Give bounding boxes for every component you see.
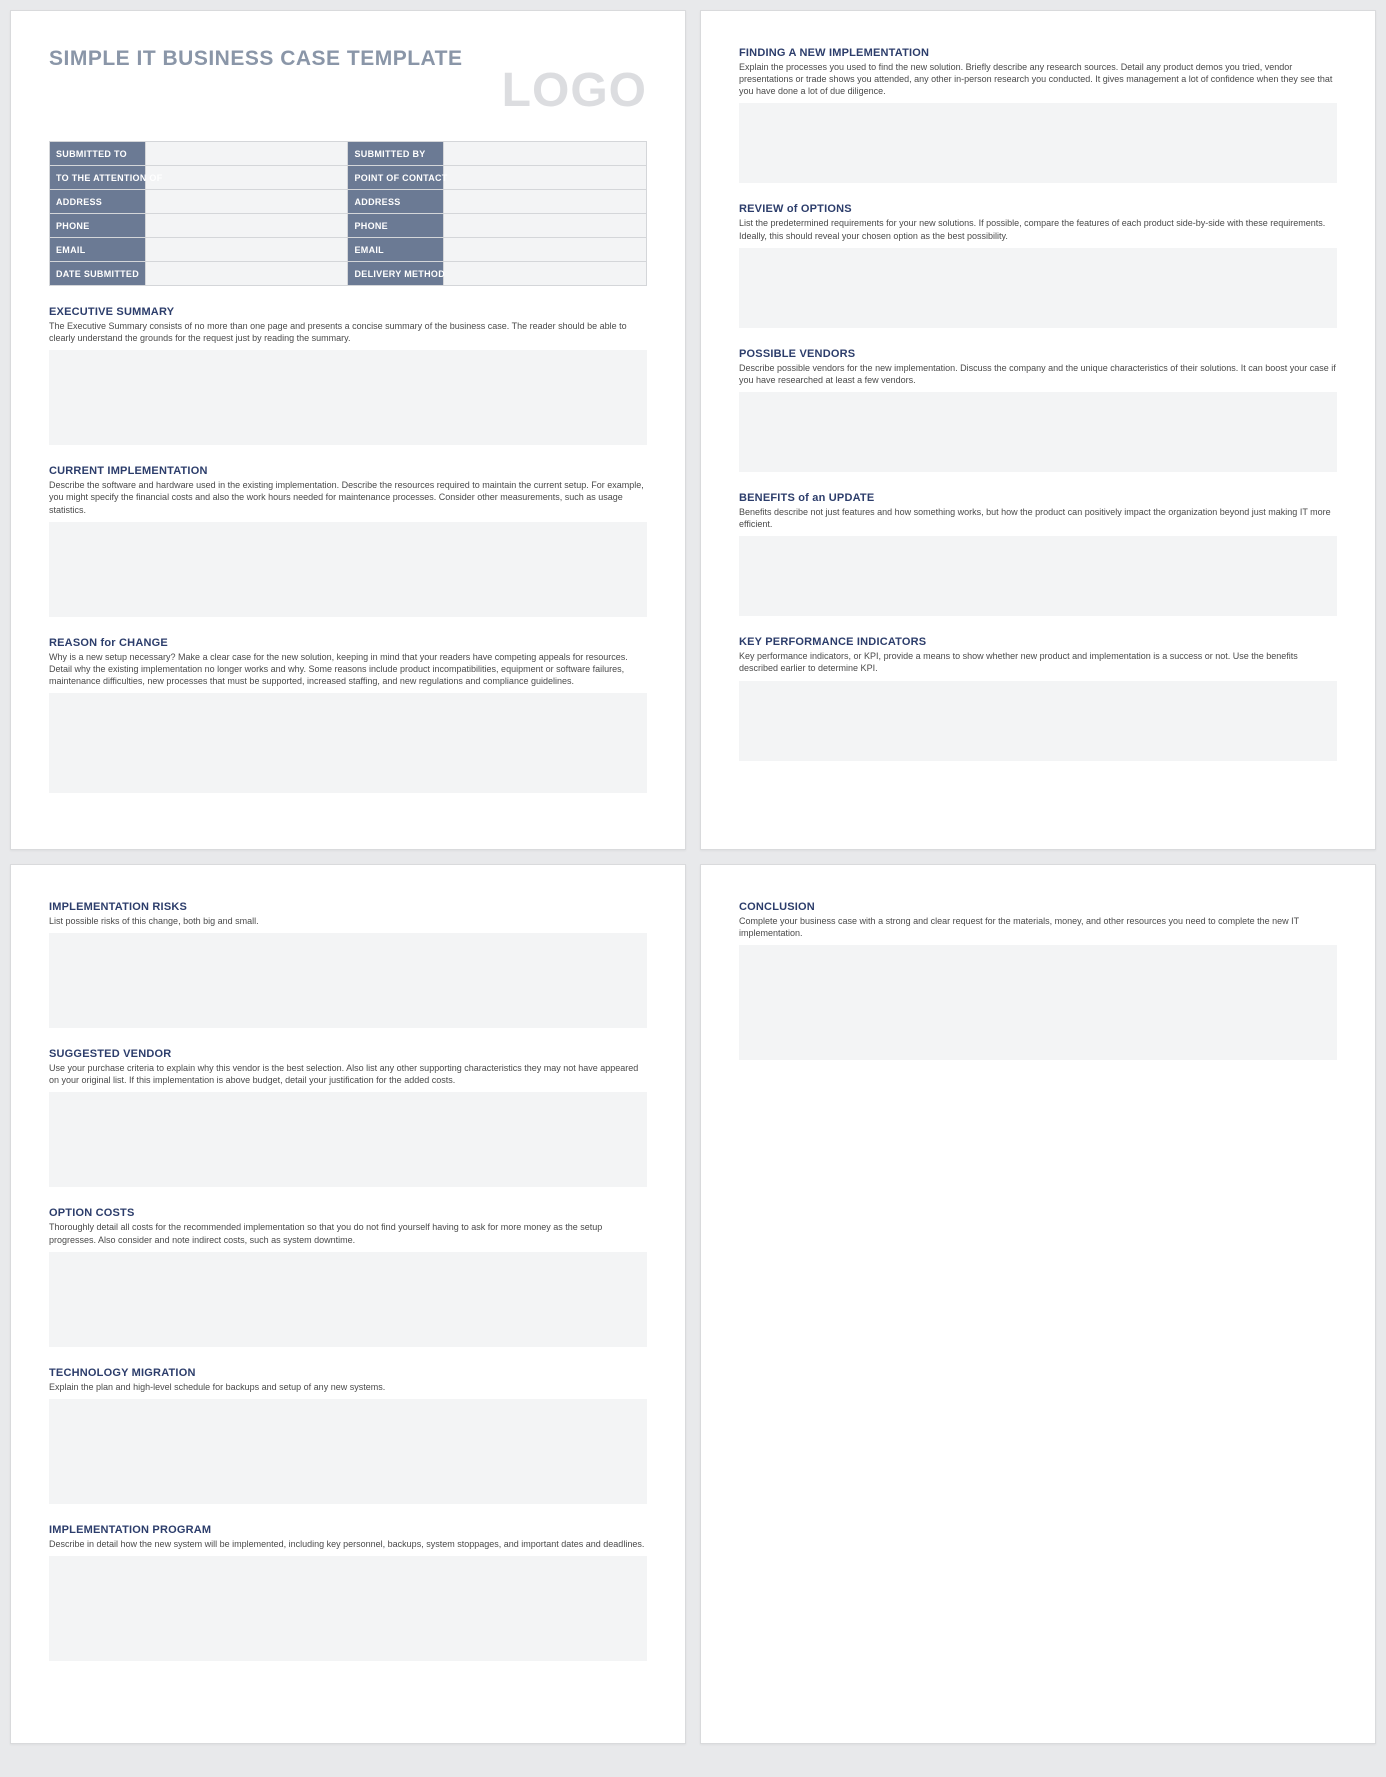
section-benefits-update: BENEFITS of an UPDATE Benefits describe … <box>739 492 1337 616</box>
section-title: CURRENT IMPLEMENTATION <box>49 465 647 477</box>
fill-area[interactable] <box>49 1556 647 1661</box>
section-title: IMPLEMENTATION RISKS <box>49 901 647 913</box>
section-possible-vendors: POSSIBLE VENDORS Describe possible vendo… <box>739 348 1337 472</box>
section-conclusion: CONCLUSION Complete your business case w… <box>739 901 1337 1060</box>
section-title: EXECUTIVE SUMMARY <box>49 306 647 318</box>
section-desc: The Executive Summary consists of no mor… <box>49 320 647 344</box>
fill-area[interactable] <box>739 536 1337 616</box>
section-title: SUGGESTED VENDOR <box>49 1048 647 1060</box>
meta-label: PHONE <box>50 214 146 238</box>
section-technology-migration: TECHNOLOGY MIGRATION Explain the plan an… <box>49 1367 647 1504</box>
meta-label: SUBMITTED TO <box>50 142 146 166</box>
section-title: FINDING A NEW IMPLEMENTATION <box>739 47 1337 59</box>
fill-area[interactable] <box>49 693 647 793</box>
section-desc: List the predetermined requirements for … <box>739 217 1337 241</box>
section-desc: Describe in detail how the new system wi… <box>49 1538 647 1550</box>
table-row: EMAIL EMAIL <box>50 238 647 262</box>
section-title: CONCLUSION <box>739 901 1337 913</box>
meta-label: TO THE ATTENTION OF <box>50 166 146 190</box>
fill-area[interactable] <box>49 350 647 445</box>
section-desc: List possible risks of this change, both… <box>49 915 647 927</box>
meta-value[interactable] <box>444 166 647 190</box>
section-current-implementation: CURRENT IMPLEMENTATION Describe the soft… <box>49 465 647 616</box>
fill-area[interactable] <box>739 248 1337 328</box>
meta-value[interactable] <box>444 142 647 166</box>
table-row: DATE SUBMITTED DELIVERY METHOD <box>50 262 647 286</box>
meta-label: DATE SUBMITTED <box>50 262 146 286</box>
fill-area[interactable] <box>739 681 1337 761</box>
page-4: CONCLUSION Complete your business case w… <box>700 864 1376 1744</box>
section-desc: Complete your business case with a stron… <box>739 915 1337 939</box>
section-title: BENEFITS of an UPDATE <box>739 492 1337 504</box>
section-implementation-risks: IMPLEMENTATION RISKS List possible risks… <box>49 901 647 1028</box>
table-row: TO THE ATTENTION OF POINT OF CONTACT <box>50 166 647 190</box>
meta-table: SUBMITTED TO SUBMITTED BY TO THE ATTENTI… <box>49 141 647 286</box>
page-1: SIMPLE IT BUSINESS CASE TEMPLATE LOGO SU… <box>10 10 686 850</box>
fill-area[interactable] <box>49 1092 647 1187</box>
meta-value[interactable] <box>145 214 348 238</box>
logo-placeholder: LOGO <box>502 67 647 115</box>
meta-value[interactable] <box>444 262 647 286</box>
section-implementation-program: IMPLEMENTATION PROGRAM Describe in detai… <box>49 1524 647 1661</box>
section-desc: Describe possible vendors for the new im… <box>739 362 1337 386</box>
section-desc: Thoroughly detail all costs for the reco… <box>49 1221 647 1245</box>
meta-value[interactable] <box>145 262 348 286</box>
meta-label: EMAIL <box>348 238 444 262</box>
section-review-options: REVIEW of OPTIONS List the predetermined… <box>739 203 1337 327</box>
section-title: OPTION COSTS <box>49 1207 647 1219</box>
fill-area[interactable] <box>49 1399 647 1504</box>
pages-grid: SIMPLE IT BUSINESS CASE TEMPLATE LOGO SU… <box>10 10 1376 1744</box>
section-desc: Benefits describe not just features and … <box>739 506 1337 530</box>
fill-area[interactable] <box>739 392 1337 472</box>
fill-area[interactable] <box>49 522 647 617</box>
section-desc: Explain the processes you used to find t… <box>739 61 1337 97</box>
meta-value[interactable] <box>145 142 348 166</box>
section-finding-implementation: FINDING A NEW IMPLEMENTATION Explain the… <box>739 47 1337 183</box>
section-title: POSSIBLE VENDORS <box>739 348 1337 360</box>
table-row: PHONE PHONE <box>50 214 647 238</box>
meta-value[interactable] <box>145 166 348 190</box>
fill-area[interactable] <box>49 1252 647 1347</box>
fill-area[interactable] <box>739 103 1337 183</box>
section-desc: Explain the plan and high-level schedule… <box>49 1381 647 1393</box>
meta-value[interactable] <box>444 190 647 214</box>
section-suggested-vendor: SUGGESTED VENDOR Use your purchase crite… <box>49 1048 647 1187</box>
section-title: REVIEW of OPTIONS <box>739 203 1337 215</box>
section-desc: Why is a new setup necessary? Make a cle… <box>49 651 647 687</box>
section-desc: Key performance indicators, or KPI, prov… <box>739 650 1337 674</box>
section-title: IMPLEMENTATION PROGRAM <box>49 1524 647 1536</box>
meta-value[interactable] <box>444 214 647 238</box>
section-title: KEY PERFORMANCE INDICATORS <box>739 636 1337 648</box>
section-reason-for-change: REASON for CHANGE Why is a new setup nec… <box>49 637 647 793</box>
meta-label: SUBMITTED BY <box>348 142 444 166</box>
page-3: IMPLEMENTATION RISKS List possible risks… <box>10 864 686 1744</box>
meta-label: ADDRESS <box>348 190 444 214</box>
section-title: REASON for CHANGE <box>49 637 647 649</box>
section-kpi: KEY PERFORMANCE INDICATORS Key performan… <box>739 636 1337 760</box>
table-row: ADDRESS ADDRESS <box>50 190 647 214</box>
meta-value[interactable] <box>145 190 348 214</box>
section-desc: Describe the software and hardware used … <box>49 479 647 515</box>
fill-area[interactable] <box>49 933 647 1028</box>
section-executive-summary: EXECUTIVE SUMMARY The Executive Summary … <box>49 306 647 445</box>
section-option-costs: OPTION COSTS Thoroughly detail all costs… <box>49 1207 647 1346</box>
meta-label: PHONE <box>348 214 444 238</box>
section-desc: Use your purchase criteria to explain wh… <box>49 1062 647 1086</box>
fill-area[interactable] <box>739 945 1337 1060</box>
meta-label: POINT OF CONTACT <box>348 166 444 190</box>
page-2: FINDING A NEW IMPLEMENTATION Explain the… <box>700 10 1376 850</box>
meta-label: ADDRESS <box>50 190 146 214</box>
meta-value[interactable] <box>145 238 348 262</box>
section-title: TECHNOLOGY MIGRATION <box>49 1367 647 1379</box>
table-row: SUBMITTED TO SUBMITTED BY <box>50 142 647 166</box>
meta-label: EMAIL <box>50 238 146 262</box>
meta-label: DELIVERY METHOD <box>348 262 444 286</box>
meta-value[interactable] <box>444 238 647 262</box>
